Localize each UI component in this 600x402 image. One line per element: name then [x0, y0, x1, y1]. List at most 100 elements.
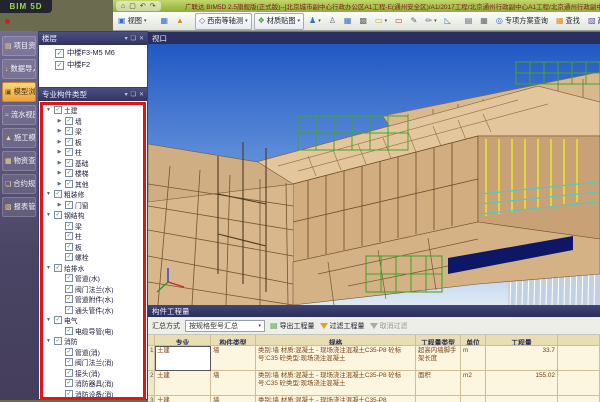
sidebar-tab-icon: ↓ [5, 66, 9, 73]
sidebar-tab[interactable]: ↓ 数据导入 [2, 59, 36, 79]
sidebar-tab[interactable]: ❏ 合约规划 [2, 174, 36, 194]
tag-dropdown[interactable]: ▭ ▾ [372, 14, 390, 29]
window-title: 广联达 BIM5D 2.5旗舰版(正式版)--[北京城市副中心行政办公区A1工程… [185, 1, 600, 11]
close-icon[interactable]: ✕ [139, 35, 144, 42]
table-row[interactable]: 3 土建 墙 类别:墙 材质:混凝土 - 现场浇注混凝土C35-P8 [148, 396, 600, 402]
cell-spec[interactable]: 类别:墙 材质:混凝土 - 现场浇注混凝土C35-P8 砼标号:C35 砼类型:… [256, 346, 416, 371]
main-toolbar: ▣ 视图 ▾ ▦ ▲ ◇ 西南等轴测 ▾ ❖ 材质贴图 ▾ ♟ ▾ ♙ ▦ ▩ … [113, 12, 600, 31]
material-icon: ❖ [258, 17, 265, 25]
sidebar-tab-icon: ▤ [5, 43, 12, 50]
draw-dropdown[interactable]: ✏ ▾ [422, 14, 439, 29]
row-number-header [148, 335, 155, 346]
roam-dropdown[interactable]: ♟ ▾ [306, 14, 324, 29]
book-icon: ▤ [465, 17, 473, 25]
3d-viewport[interactable] [148, 44, 600, 305]
floor-item[interactable]: ✓ 中楼F2 [39, 59, 147, 71]
cell-type[interactable]: 墙 [211, 396, 256, 402]
column-tool-button[interactable]: ▦ [157, 14, 171, 29]
calendar-icon: ▦ [344, 17, 352, 25]
column-header: 规格 [256, 335, 416, 346]
cell-type[interactable]: 墙 [211, 346, 256, 371]
types-panel-title: 专业构件类型 [42, 89, 87, 100]
cell-qty[interactable] [486, 396, 558, 402]
cell-type[interactable]: 墙 [211, 371, 256, 396]
grid-button[interactable]: ▦ [477, 14, 491, 29]
row-number: 1 [148, 346, 155, 371]
sidebar-tab[interactable]: ≈ 流水视图 [2, 105, 36, 125]
sidebar-tab[interactable]: ▤ 项目资料 [2, 36, 36, 56]
save-icon[interactable]: ▢ [129, 2, 136, 10]
cell-major[interactable]: 土建 [155, 396, 211, 402]
iso-view-dropdown[interactable]: ◇ 西南等轴测 ▾ [195, 13, 252, 30]
quantities-toolbar: 汇总方式 按规格型号汇总 ▾ ▤ 导出工程量 过滤工程量 取消过滤 [148, 317, 600, 335]
red-tag-button[interactable]: ▭ [392, 14, 406, 29]
cell-unit[interactable]: m [461, 346, 486, 371]
ruler-icon: ◺ [445, 17, 451, 25]
annotate-button[interactable]: ✎ [408, 14, 421, 29]
sidebar-tab-label: 合约规划 [13, 179, 36, 189]
desktop-red-dot [5, 19, 10, 24]
float-icon[interactable]: ❏ [131, 35, 136, 42]
floor-item[interactable]: ✓ 中楼F3-M5 M6 [39, 47, 147, 59]
cell-qty[interactable]: 155.02 [486, 371, 558, 396]
viewport-title: 视口 [152, 33, 167, 44]
floor-label: 中楼F2 [67, 60, 90, 70]
cell-qty-type[interactable]: 面积 [416, 371, 461, 396]
sidebar-tab[interactable]: ▧ 报表管理 [2, 197, 36, 217]
cell-major[interactable]: 土建 [155, 371, 211, 396]
home-icon[interactable]: ⌂ [121, 3, 125, 10]
chevron-down-icon: ▾ [298, 18, 301, 24]
sidebar-tab-label: 数据导入 [11, 64, 37, 74]
column-icon: ▦ [160, 17, 168, 25]
material-map-dropdown[interactable]: ❖ 材质贴图 ▾ [254, 13, 304, 30]
pen-icon: ✎ [411, 17, 418, 25]
quantities-panel-title: 构件工程量 [152, 306, 190, 317]
highlight-button[interactable]: ▧ 高亮 [585, 14, 600, 29]
undo-icon[interactable]: ↶ [140, 2, 146, 10]
floors-panel-title: 楼层 [42, 33, 57, 44]
export-quantities-button[interactable]: ▤ 导出工程量 [270, 321, 315, 331]
red-highlight-frame [40, 102, 146, 400]
view-button[interactable]: ▣ 视图 ▾ [115, 14, 149, 29]
cell-spec[interactable]: 类别:墙 材质:混凝土 - 现场浇注混凝土C35-P8 砼标号:C35 砼类型:… [256, 371, 416, 396]
cell-qty[interactable]: 33.7 [486, 346, 558, 371]
sidebar-tab-icon: ▦ [5, 158, 12, 165]
summary-mode-label: 汇总方式 [152, 321, 180, 331]
filter-quantities-button[interactable]: 过滤工程量 [320, 321, 365, 331]
cell-major[interactable]: 土建 [155, 346, 211, 371]
find-button[interactable]: ▦ 查找 [553, 14, 583, 29]
schedule-button[interactable]: ▦ [341, 14, 355, 29]
sidebar-tab-label: 报表管理 [14, 202, 36, 212]
close-icon[interactable]: ✕ [139, 91, 144, 98]
special-plan-query-button[interactable]: ◎ 专项方案查询 [493, 14, 551, 29]
column-header: 工程量 [486, 335, 558, 346]
monitor-icon: ▣ [118, 17, 126, 25]
pin-icon[interactable]: ▾ [125, 35, 128, 42]
cell-spec[interactable]: 类别:墙 材质:混凝土 - 现场浇注混凝土C35-P8 [256, 396, 416, 402]
quantities-table: 专业 构件类型 规格 工程量类型 单位 工程量 1 土建 墙 类别:墙 材质:混… [148, 335, 600, 402]
pin-icon[interactable]: ▾ [125, 91, 128, 98]
checkbox-checked-icon[interactable]: ✓ [55, 61, 64, 70]
bim5d-logo: BIM 5D [0, 0, 52, 13]
snapshot-button[interactable]: ▩ [356, 14, 370, 29]
column-header: 专业 [155, 335, 211, 346]
person-view-button[interactable]: ♙ [326, 14, 339, 29]
walker-tool-button[interactable]: ▲ [173, 14, 187, 29]
sidebar-tab[interactable]: ▣ 模型浏览 [2, 82, 36, 102]
sidebar-tab-label: 流水视图 [11, 110, 36, 120]
table-row[interactable]: 1 土建 墙 类别:墙 材质:混凝土 - 现场浇注混凝土C35-P8 砼标号:C… [148, 346, 600, 371]
sidebar-tab[interactable]: ▦ 物资查询 [2, 151, 36, 171]
cell-unit[interactable]: m2 [461, 371, 486, 396]
cell-qty-type[interactable] [416, 396, 461, 402]
sidebar-tab[interactable]: ▲ 施工模拟 [2, 128, 36, 148]
summary-mode-select[interactable]: 按规格型号汇总 ▾ [185, 320, 265, 332]
checkbox-checked-icon[interactable]: ✓ [55, 49, 64, 58]
cell-qty-type[interactable]: 超高内墙脚手架长度 [416, 346, 461, 371]
cell-unit[interactable] [461, 396, 486, 402]
float-icon[interactable]: ❏ [131, 91, 136, 98]
book-button[interactable]: ▤ [462, 14, 476, 29]
redo-icon[interactable]: ↷ [150, 2, 156, 10]
table-row[interactable]: 2 土建 墙 类别:墙 材质:混凝土 - 现场浇注混凝土C35-P8 砼标号:C… [148, 371, 600, 396]
cancel-filter-button[interactable]: 取消过滤 [370, 321, 408, 331]
measure-button[interactable]: ◺ [442, 14, 454, 29]
